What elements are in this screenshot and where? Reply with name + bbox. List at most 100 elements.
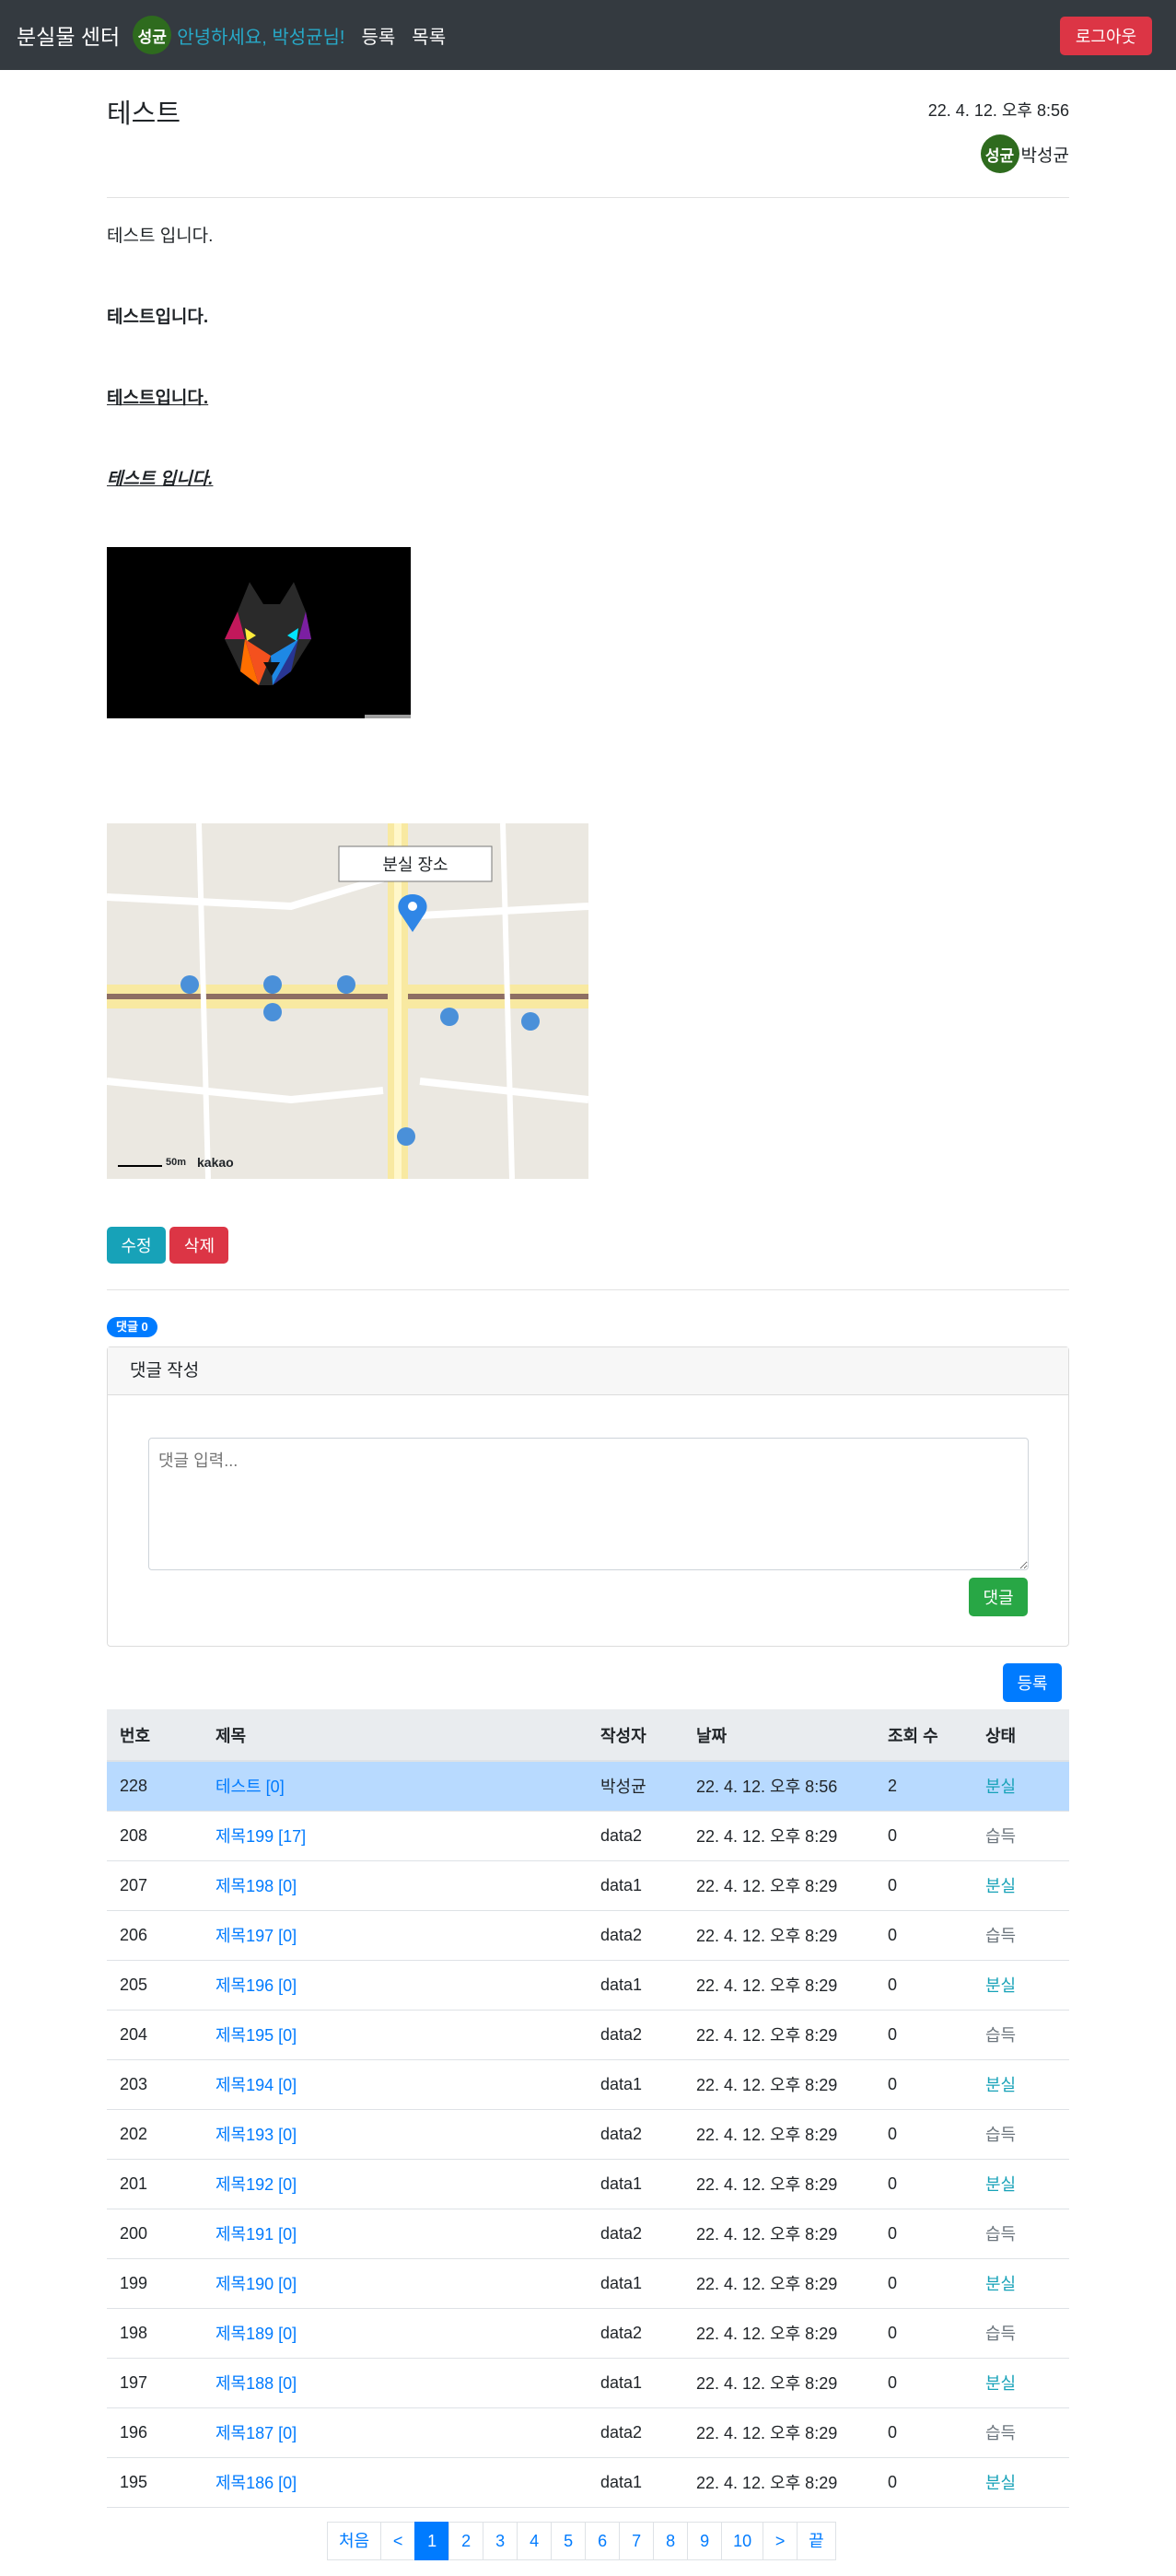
row-title-link[interactable]: 제목192 [0] — [215, 2175, 297, 2194]
row-date: 22. 4. 12. 오후 8:29 — [696, 2275, 838, 2293]
row-title-link[interactable]: 제목197 [0] — [215, 1927, 297, 1945]
page-link[interactable]: 10 — [721, 2522, 764, 2560]
table-row[interactable]: 203 제목194 [0] data1 22. 4. 12. 오후 8:29 0 분실 — [107, 2059, 1069, 2110]
row-status[interactable]: 습득 — [985, 2325, 1016, 2343]
page-link[interactable]: 1 — [414, 2522, 450, 2560]
row-title-link[interactable]: 테스트 [0] — [215, 1778, 285, 1796]
row-number: 208 — [120, 1825, 148, 1845]
comment-input[interactable] — [148, 1438, 1029, 1570]
table-row[interactable]: 201 제목192 [0] data1 22. 4. 12. 오후 8:29 0 분실 — [107, 2159, 1069, 2209]
page-link[interactable]: < — [380, 2522, 416, 2560]
row-date: 22. 4. 12. 오후 8:29 — [696, 2374, 838, 2393]
table-row[interactable]: 228 테스트 [0] 박성균 22. 4. 12. 오후 8:56 2 분실 — [107, 1761, 1069, 1812]
page-link[interactable]: 끝 — [797, 2522, 836, 2560]
row-number: 195 — [120, 2472, 148, 2491]
post-line-1: 테스트 입니다. — [107, 227, 214, 246]
nav-register-link[interactable]: 등록 — [361, 22, 395, 49]
row-writer: data2 — [600, 1925, 643, 1944]
row-views: 0 — [888, 1925, 898, 1944]
row-status[interactable]: 분실 — [985, 1877, 1016, 1895]
comment-submit-button[interactable]: 댓글 — [969, 1578, 1028, 1616]
table-row[interactable]: 204 제목195 [0] data2 22. 4. 12. 오후 8:29 0 습득 — [107, 2010, 1069, 2060]
row-number: 196 — [120, 2422, 148, 2442]
col-status: 상태 — [972, 1709, 1069, 1762]
col-date: 날짜 — [683, 1709, 875, 1762]
page-link[interactable]: > — [763, 2522, 798, 2560]
row-views: 0 — [888, 1875, 898, 1894]
row-writer: data2 — [600, 2124, 643, 2143]
comment-card: 댓글 작성 댓글 — [107, 1346, 1069, 1647]
page-link[interactable]: 9 — [687, 2522, 723, 2560]
page-link[interactable]: 2 — [448, 2522, 484, 2560]
row-status[interactable]: 분실 — [985, 2374, 1016, 2393]
row-title-link[interactable]: 제목196 [0] — [215, 1976, 297, 1995]
divider — [107, 197, 1069, 198]
delete-button[interactable]: 삭제 — [169, 1227, 229, 1264]
row-date: 22. 4. 12. 오후 8:29 — [696, 1877, 838, 1895]
brand[interactable]: 분실물 센터 — [17, 19, 120, 51]
row-status[interactable]: 분실 — [985, 1778, 1016, 1796]
row-title-link[interactable]: 제목190 [0] — [215, 2275, 297, 2293]
row-views: 0 — [888, 2273, 898, 2292]
row-title-link[interactable]: 제목193 [0] — [215, 2126, 297, 2144]
comment-count-badge: 댓글 0 — [107, 1317, 157, 1337]
row-title-link[interactable]: 제목186 [0] — [215, 2474, 297, 2492]
row-writer: data2 — [600, 2024, 643, 2044]
row-title-link[interactable]: 제목194 [0] — [215, 2076, 297, 2094]
map-canvas[interactable] — [107, 823, 588, 1179]
register-button[interactable]: 등록 — [1003, 1663, 1062, 1702]
row-status[interactable]: 습득 — [985, 2225, 1016, 2244]
row-writer: data1 — [600, 1875, 643, 1894]
row-title-link[interactable]: 제목191 [0] — [215, 2225, 297, 2244]
table-row[interactable]: 199 제목190 [0] data1 22. 4. 12. 오후 8:29 0 분실 — [107, 2258, 1069, 2309]
row-status[interactable]: 습득 — [985, 1827, 1016, 1846]
row-title-link[interactable]: 제목198 [0] — [215, 1877, 297, 1895]
row-date: 22. 4. 12. 오후 8:29 — [696, 2474, 838, 2492]
page-link[interactable]: 처음 — [327, 2522, 382, 2560]
row-title-link[interactable]: 제목189 [0] — [215, 2325, 297, 2343]
page-link[interactable]: 8 — [653, 2522, 689, 2560]
table-row[interactable]: 205 제목196 [0] data1 22. 4. 12. 오후 8:29 0 분실 — [107, 1960, 1069, 2011]
comment-card-title: 댓글 작성 — [108, 1347, 1068, 1395]
table-row[interactable]: 196 제목187 [0] data2 22. 4. 12. 오후 8:29 0 습득 — [107, 2407, 1069, 2458]
table-row[interactable]: 200 제목191 [0] data2 22. 4. 12. 오후 8:29 0 습득 — [107, 2209, 1069, 2259]
row-status[interactable]: 분실 — [985, 1976, 1016, 1995]
nav-list-link[interactable]: 목록 — [412, 22, 446, 49]
row-title-link[interactable]: 제목199 [17] — [215, 1827, 306, 1846]
row-views: 0 — [888, 2024, 898, 2044]
row-writer: data2 — [600, 2422, 643, 2442]
row-title-link[interactable]: 제목188 [0] — [215, 2374, 297, 2393]
lost-location-map[interactable]: 분실 장소 50m kakao — [107, 823, 588, 1179]
row-status[interactable]: 습득 — [985, 2126, 1016, 2144]
row-title-link[interactable]: 제목195 [0] — [215, 2026, 297, 2045]
row-status[interactable]: 분실 — [985, 2175, 1016, 2194]
page-link[interactable]: 7 — [619, 2522, 655, 2560]
avatar: 성균 — [133, 16, 172, 54]
logout-button[interactable]: 로그아웃 — [1060, 17, 1152, 55]
row-status[interactable]: 분실 — [985, 2076, 1016, 2094]
page-link[interactable]: 3 — [483, 2522, 518, 2560]
page-link[interactable]: 5 — [551, 2522, 587, 2560]
row-title-link[interactable]: 제목187 [0] — [215, 2424, 297, 2442]
greeting[interactable]: 안녕하세요, 박성균님! — [177, 22, 344, 49]
edit-button[interactable]: 수정 — [107, 1227, 166, 1264]
row-writer: data1 — [600, 2273, 643, 2292]
divider — [107, 1289, 1069, 1290]
table-row[interactable]: 197 제목188 [0] data1 22. 4. 12. 오후 8:29 0 분실 — [107, 2358, 1069, 2408]
page-link[interactable]: 4 — [517, 2522, 553, 2560]
table-row[interactable]: 195 제목186 [0] data1 22. 4. 12. 오후 8:29 0 분실 — [107, 2457, 1069, 2508]
row-status[interactable]: 습득 — [985, 1927, 1016, 1945]
row-status[interactable]: 분실 — [985, 2474, 1016, 2492]
table-row[interactable]: 198 제목189 [0] data2 22. 4. 12. 오후 8:29 0 습득 — [107, 2308, 1069, 2359]
row-date: 22. 4. 12. 오후 8:29 — [696, 2026, 838, 2045]
table-row[interactable]: 206 제목197 [0] data2 22. 4. 12. 오후 8:29 0 습득 — [107, 1910, 1069, 1961]
page-link[interactable]: 6 — [585, 2522, 621, 2560]
table-row[interactable]: 208 제목199 [17] data2 22. 4. 12. 오후 8:29 0 습득 — [107, 1811, 1069, 1861]
table-row[interactable]: 202 제목193 [0] data2 22. 4. 12. 오후 8:29 0 습득 — [107, 2109, 1069, 2160]
pagination: 처음 <1 2 3 4 5 6 7 8 9 10 > 끝 — [327, 2522, 836, 2560]
author-avatar: 성균 — [980, 134, 1019, 173]
row-status[interactable]: 분실 — [985, 2275, 1016, 2293]
row-status[interactable]: 습득 — [985, 2424, 1016, 2442]
row-status[interactable]: 습득 — [985, 2026, 1016, 2045]
table-row[interactable]: 207 제목198 [0] data1 22. 4. 12. 오후 8:29 0 분실 — [107, 1860, 1069, 1911]
